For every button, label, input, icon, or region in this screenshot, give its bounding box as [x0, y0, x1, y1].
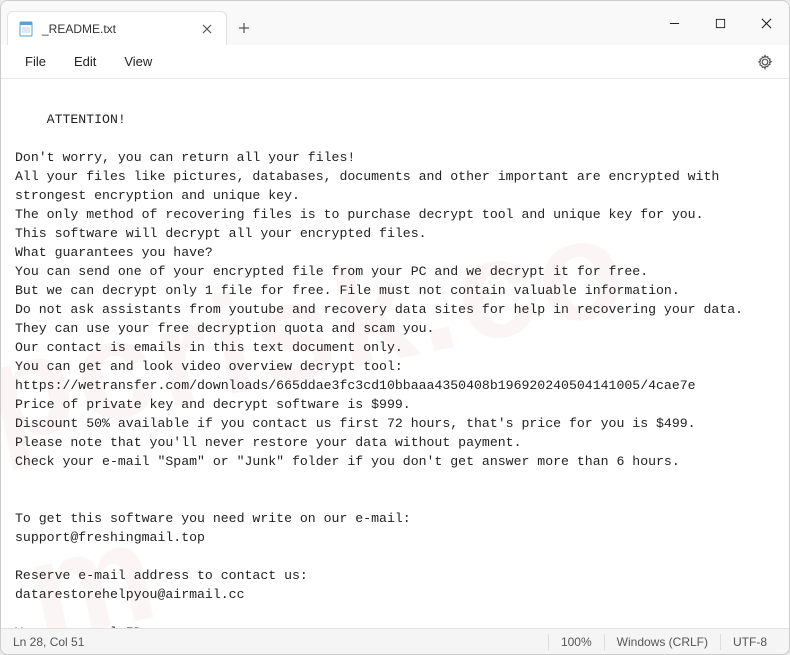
text-line: To get this software you need write on o… — [15, 511, 411, 526]
tab-label: _README.txt — [42, 22, 190, 36]
text-line: Price of private key and decrypt softwar… — [15, 397, 411, 412]
text-line: Do not ask assistants from youtube and r… — [15, 302, 743, 317]
text-line: Reserve e-mail address to contact us: — [15, 568, 308, 583]
status-line-ending[interactable]: Windows (CRLF) — [605, 635, 720, 649]
gear-icon — [757, 54, 773, 70]
text-line: Please note that you'll never restore yo… — [15, 435, 521, 450]
text-line: All your files like pictures, databases,… — [15, 169, 727, 203]
text-line: ATTENTION! — [47, 112, 126, 127]
menu-file[interactable]: File — [11, 50, 60, 73]
text-line: The only method of recovering files is t… — [15, 207, 704, 222]
text-line: This software will decrypt all your encr… — [15, 226, 427, 241]
window-controls — [651, 1, 789, 45]
tab-active[interactable]: _README.txt — [7, 11, 227, 45]
menu-edit[interactable]: Edit — [60, 50, 110, 73]
status-zoom[interactable]: 100% — [549, 635, 604, 649]
text-line: Discount 50% available if you contact us… — [15, 416, 696, 431]
text-line: Check your e-mail "Spam" or "Junk" folde… — [15, 454, 680, 469]
settings-button[interactable] — [751, 48, 779, 76]
menu-view[interactable]: View — [110, 50, 166, 73]
text-line: But we can decrypt only 1 file for free.… — [15, 283, 680, 298]
minimize-button[interactable] — [651, 1, 697, 45]
new-tab-button[interactable] — [227, 11, 261, 45]
status-encoding[interactable]: UTF-8 — [721, 635, 779, 649]
text-line: You can send one of your encrypted file … — [15, 264, 648, 279]
notepad-window: _README.txt — [0, 0, 790, 655]
text-line: Don't worry, you can return all your fil… — [15, 150, 355, 165]
text-line: datarestorehelpyou@airmail.cc — [15, 587, 245, 602]
close-tab-button[interactable] — [198, 20, 216, 38]
titlebar-drag-area[interactable] — [261, 1, 651, 45]
titlebar: _README.txt — [1, 1, 789, 45]
status-cursor-position: Ln 28, Col 51 — [11, 635, 96, 649]
text-line: They can use your free decryption quota … — [15, 321, 434, 336]
close-window-button[interactable] — [743, 1, 789, 45]
text-line: Your personal ID: — [15, 625, 150, 628]
statusbar: Ln 28, Col 51 100% Windows (CRLF) UTF-8 — [1, 628, 789, 654]
text-line: https://wetransfer.com/downloads/665ddae… — [15, 378, 696, 393]
menubar: File Edit View — [1, 45, 789, 79]
text-line: What guarantees you have? — [15, 245, 213, 260]
maximize-button[interactable] — [697, 1, 743, 45]
text-line: support@freshingmail.top — [15, 530, 205, 545]
notepad-icon — [18, 21, 34, 37]
text-line: Our contact is emails in this text docum… — [15, 340, 403, 355]
text-line: You can get and look video overview decr… — [15, 359, 403, 374]
tab-area: _README.txt — [1, 1, 261, 45]
text-editor[interactable]: pcrisk.comATTENTION! Don't worry, you ca… — [1, 79, 789, 628]
